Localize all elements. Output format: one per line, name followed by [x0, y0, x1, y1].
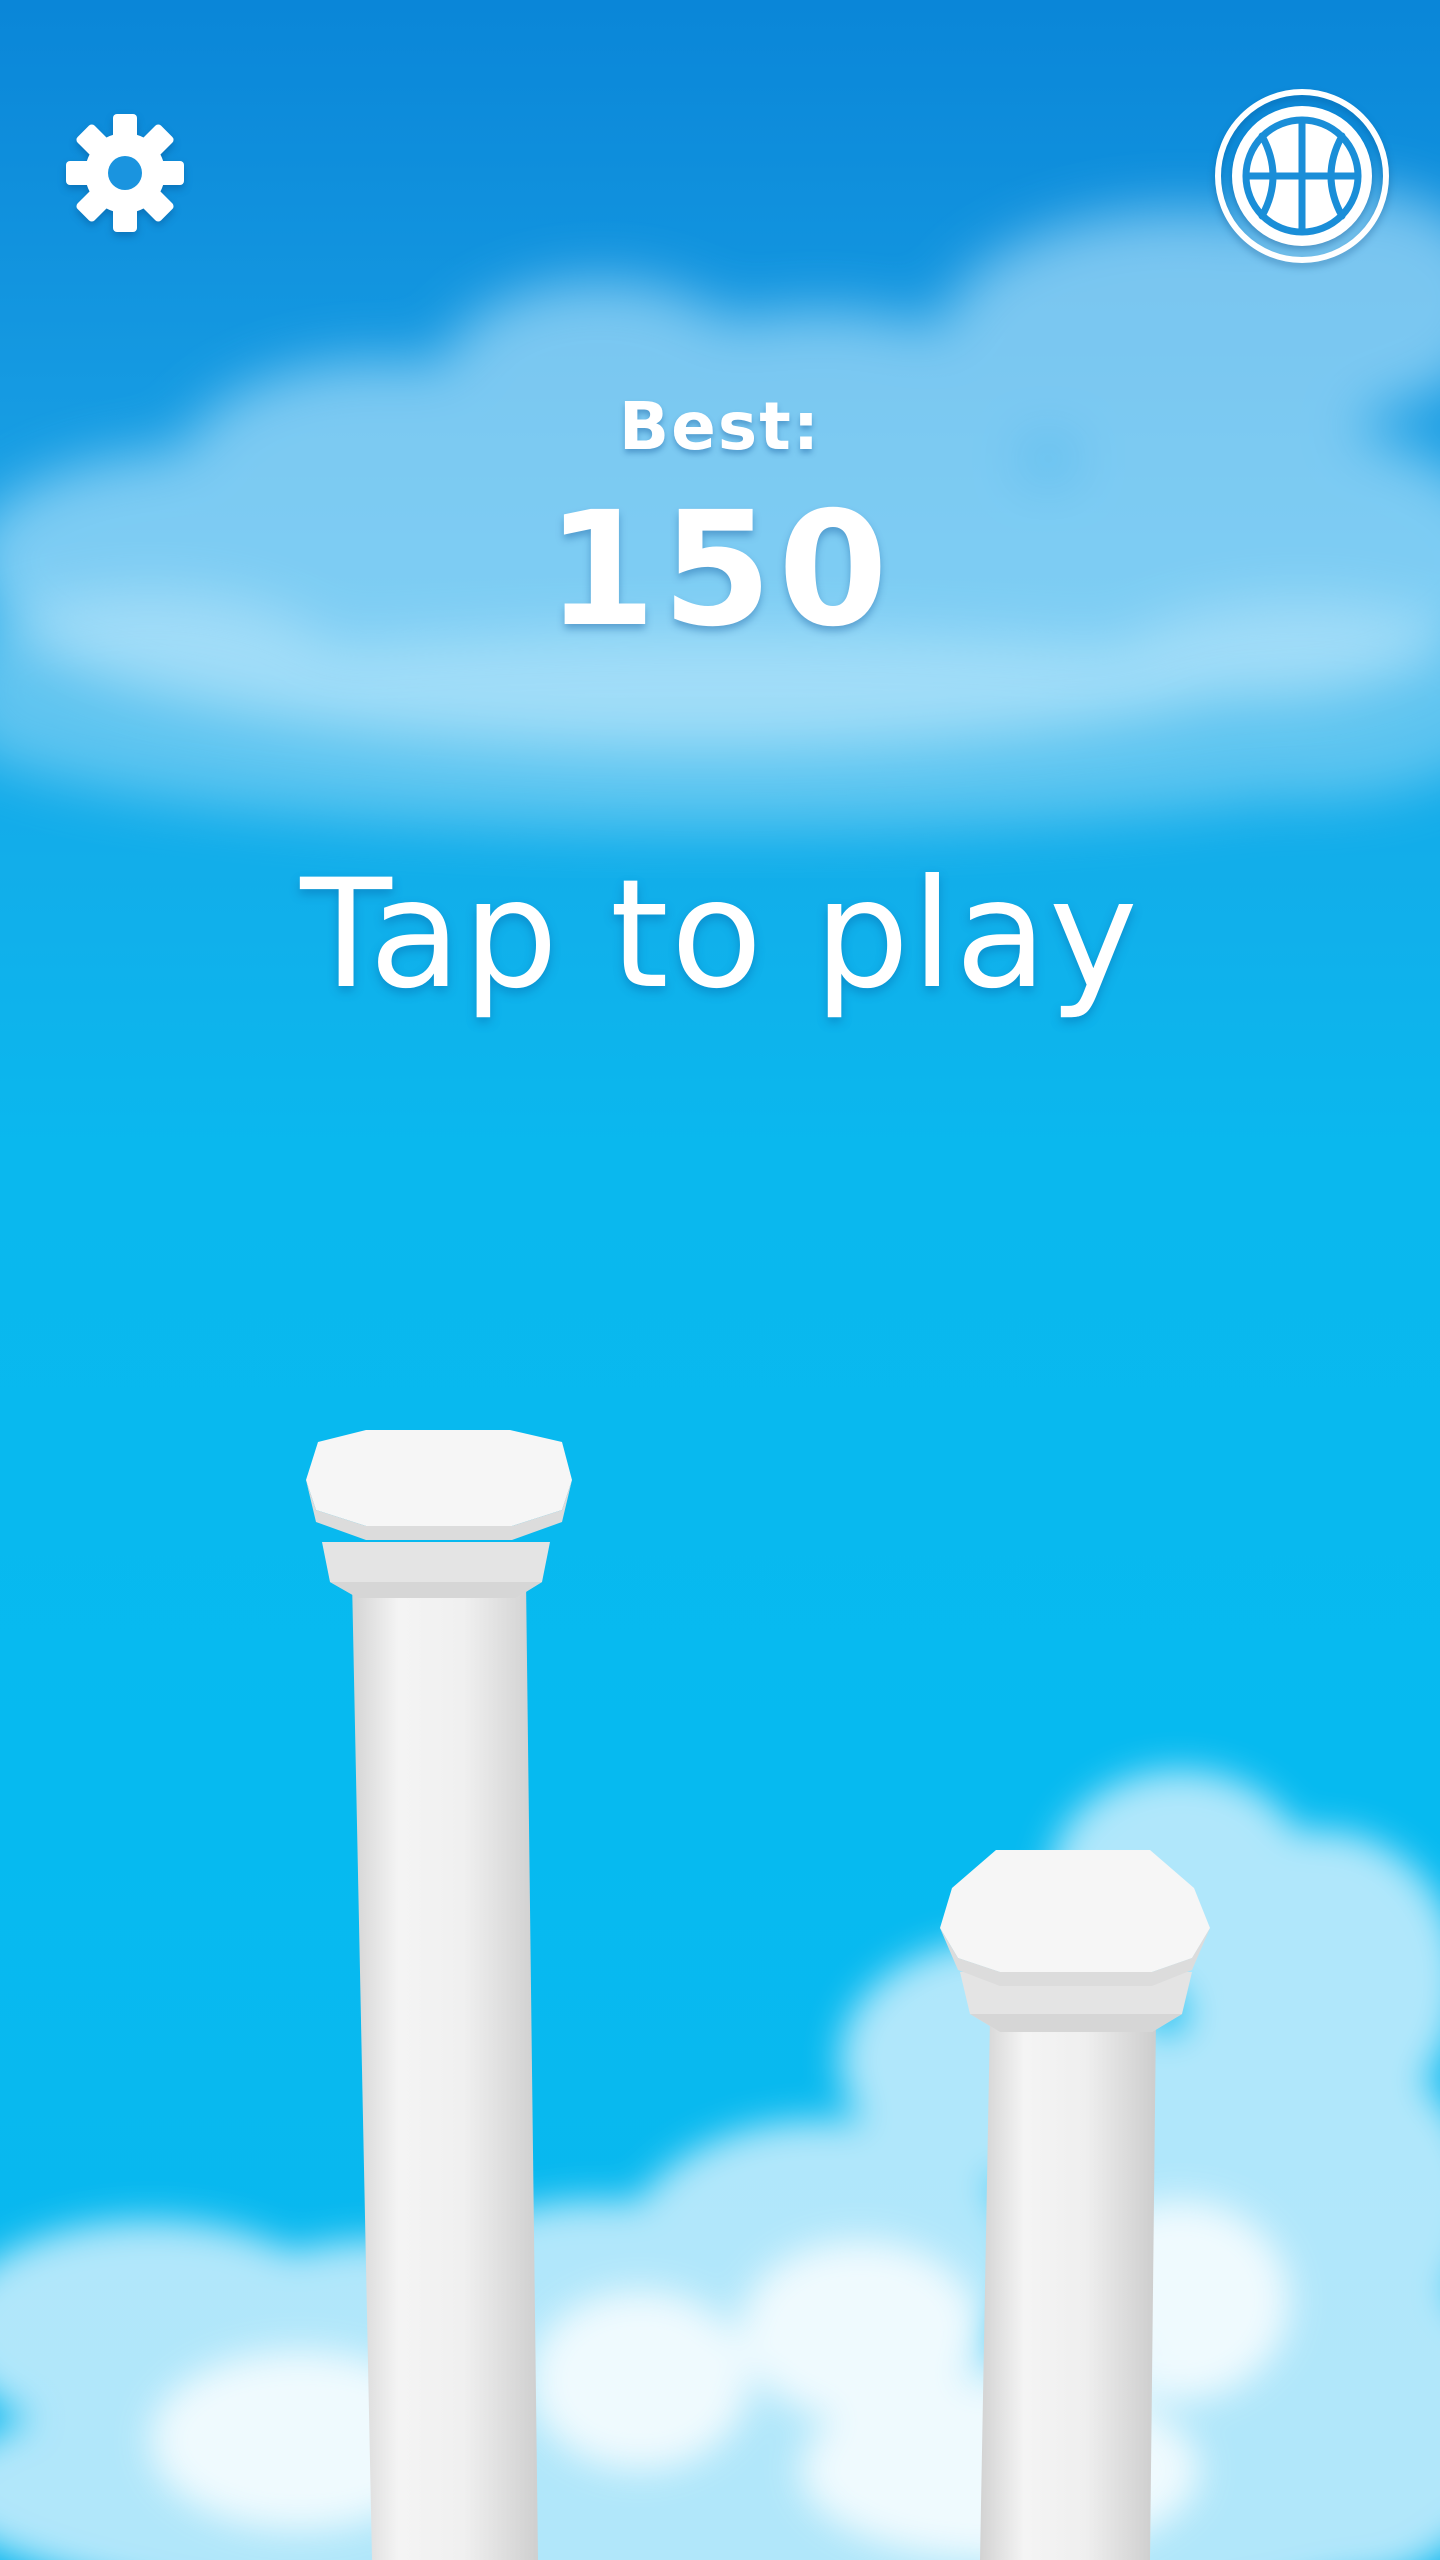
game-screen[interactable]: Best: 150 Tap to play [0, 0, 1440, 2560]
tap-to-play-prompt[interactable]: Tap to play [0, 848, 1440, 1022]
ball-select-button[interactable] [1212, 86, 1392, 266]
cloud-background [0, 190, 1440, 2560]
basketball-icon [1215, 89, 1389, 263]
settings-button[interactable] [62, 110, 188, 236]
gear-icon [66, 114, 184, 232]
pillar-right [940, 1850, 1210, 2560]
best-score-value: 150 [546, 478, 894, 662]
pillar-left [306, 1430, 572, 2560]
best-score-label: Best: [618, 388, 822, 465]
